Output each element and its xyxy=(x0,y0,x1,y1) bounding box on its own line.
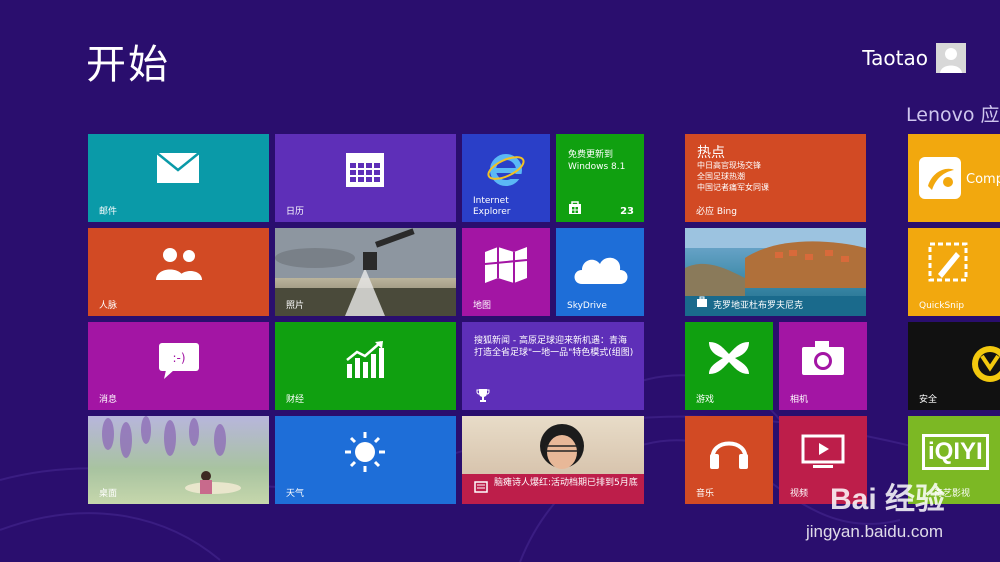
tile-maps[interactable]: 地图 xyxy=(462,228,550,316)
headphones-icon xyxy=(710,441,748,469)
tile-windows-update[interactable]: 免费更新到 Windows 8.1 23 xyxy=(556,134,644,222)
map-icon xyxy=(484,247,528,283)
people-icon xyxy=(156,248,202,280)
tile-finance[interactable]: 财经 xyxy=(275,322,456,410)
tile-label: 视频 xyxy=(790,489,809,499)
sohu-news-headline: 搜狐新闻 - 高原足球迎来新机遇：青海打造全省足球"一地一品"特色模式(组图) xyxy=(474,336,634,358)
tile-camera[interactable]: 相机 xyxy=(779,322,867,410)
tile-internet-explorer[interactable]: Internet Explorer xyxy=(462,134,550,222)
tile-label: 相机 xyxy=(790,395,809,405)
tile-music[interactable]: 音乐 xyxy=(685,416,773,504)
lenovo-companion-icon xyxy=(919,157,961,199)
tile-news-photo[interactable]: 脑瘫诗人爆红:活动档期已排到5月底 xyxy=(462,416,644,504)
tile-label: 日历 xyxy=(286,207,305,217)
trophy-icon xyxy=(476,389,490,402)
tile-quicksnip[interactable]: QuickSnip xyxy=(908,228,1000,316)
bing-news-lines: 中日高官现场交锋 全国足球热潮 中国记者痛军女同课 xyxy=(697,161,769,192)
user-avatar-icon xyxy=(936,43,966,73)
tile-label: Internet Explorer xyxy=(473,196,511,217)
tile-calendar[interactable]: 日历 xyxy=(275,134,456,222)
tile-label: 人脉 xyxy=(99,301,118,311)
tile-label: 照片 xyxy=(286,301,305,311)
tile-lenovo-companion[interactable]: Comp xyxy=(908,134,1000,222)
quicksnip-icon xyxy=(928,242,968,282)
tile-label: 地图 xyxy=(473,301,492,311)
bing-news-title: 热点 xyxy=(697,145,725,161)
user-name: Taotao xyxy=(862,46,928,70)
message-bubble-icon: :-) xyxy=(159,343,199,379)
video-play-icon xyxy=(801,434,845,468)
sun-icon xyxy=(345,432,385,472)
tile-games[interactable]: 游戏 xyxy=(685,322,773,410)
tile-label: 克罗地亚杜布罗夫尼克 xyxy=(713,301,804,311)
tile-photos[interactable]: 照片 xyxy=(275,228,456,316)
tile-bing-news[interactable]: 热点 中日高官现场交锋 全国足球热潮 中国记者痛军女同课 必应 Bing xyxy=(685,134,866,222)
calendar-icon xyxy=(346,153,384,187)
tile-sohu-news[interactable]: 搜狐新闻 - 高原足球迎来新机遇：青海打造全省足球"一地一品"特色模式(组图) xyxy=(462,322,644,410)
internet-explorer-icon xyxy=(487,154,525,186)
baidu-watermark: Bai 经验 xyxy=(829,483,945,516)
camera-icon xyxy=(802,341,844,375)
update-text: 免费更新到 Windows 8.1 xyxy=(568,150,626,172)
tile-label: 财经 xyxy=(286,395,305,405)
xbox-icon xyxy=(709,342,749,374)
tile-label: QuickSnip xyxy=(919,301,965,311)
update-count-badge: 23 xyxy=(620,206,634,217)
mail-icon xyxy=(156,152,200,183)
tile-label: 消息 xyxy=(99,395,118,405)
cloud-icon xyxy=(574,257,628,284)
tile-label: 桌面 xyxy=(99,489,118,499)
tile-mail[interactable]: 邮件 xyxy=(88,134,269,222)
tile-label: 安全 xyxy=(919,395,938,405)
svg-text::-): :-) xyxy=(172,351,185,365)
reader-icon xyxy=(474,481,488,493)
tile-security[interactable]: 安全 xyxy=(908,322,1000,410)
group-label-lenovo: Lenovo 应 xyxy=(906,104,1000,126)
tile-desktop[interactable]: 桌面 xyxy=(88,416,269,504)
tile-travel[interactable]: 克罗地亚杜布罗夫尼克 xyxy=(685,228,866,316)
news-caption: 脑瘫诗人爆红:活动档期已排到5月底 xyxy=(494,478,638,488)
lenovo-companion-label: Comp xyxy=(966,172,1000,187)
tile-label: 音乐 xyxy=(696,489,715,499)
tile-label: 必应 Bing xyxy=(696,207,737,217)
tile-label: SkyDrive xyxy=(567,301,607,311)
user-account[interactable]: Taotao xyxy=(862,43,966,73)
tile-label: 游戏 xyxy=(696,395,715,405)
tile-weather[interactable]: 天气 xyxy=(275,416,456,504)
baidu-watermark-url: jingyan.baidu.com xyxy=(805,522,943,541)
suitcase-icon xyxy=(697,296,707,307)
tile-people[interactable]: 人脉 xyxy=(88,228,269,316)
finance-chart-icon xyxy=(346,341,384,378)
tile-skydrive[interactable]: SkyDrive xyxy=(556,228,644,316)
store-bag-icon xyxy=(569,201,581,214)
tile-messaging[interactable]: :-) 消息 xyxy=(88,322,269,410)
tile-label: 天气 xyxy=(286,489,305,499)
start-title: 开始 xyxy=(86,42,170,88)
tile-label: 邮件 xyxy=(99,207,118,217)
iqiyi-logo: iQIYI xyxy=(922,434,989,470)
security-shield-icon xyxy=(972,346,1000,382)
